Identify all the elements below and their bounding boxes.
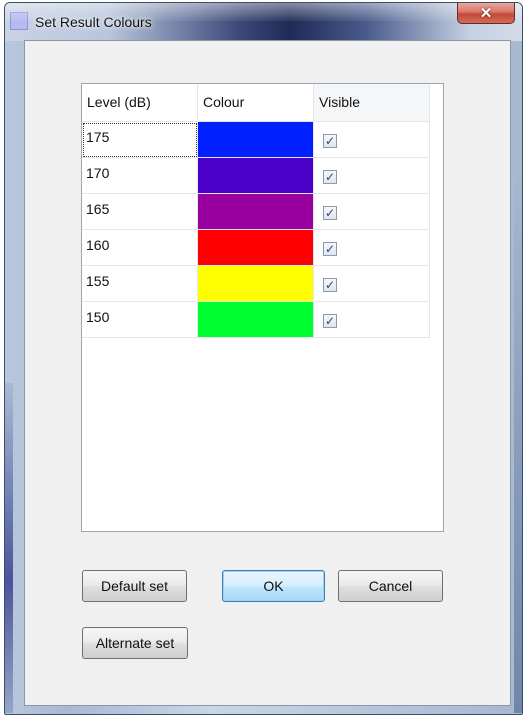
- alternate-set-button[interactable]: Alternate set: [82, 627, 188, 659]
- dialog-window: Set Result Colours ✕ Level (dB) Colour V…: [4, 2, 523, 715]
- colour-levels-grid[interactable]: Level (dB) Colour Visible 175 ✓ 170 ✓ 165 ✓ 16…: [81, 83, 444, 532]
- level-cell[interactable]: 155: [82, 266, 198, 302]
- level-cell[interactable]: 150: [82, 302, 198, 338]
- checkmark-icon: ✓: [324, 134, 336, 148]
- colour-swatch-cell[interactable]: [198, 158, 314, 194]
- close-icon: ✕: [479, 5, 493, 22]
- colour-swatch-cell[interactable]: [198, 230, 314, 266]
- level-cell[interactable]: 165: [82, 194, 198, 230]
- visible-cell: ✓: [314, 194, 430, 230]
- visible-cell: ✓: [314, 230, 430, 266]
- cancel-button[interactable]: Cancel: [338, 570, 443, 602]
- table-row[interactable]: 175 ✓: [82, 122, 432, 158]
- window-frame-left: [5, 383, 13, 713]
- visible-checkbox[interactable]: ✓: [323, 242, 337, 256]
- level-cell[interactable]: 175: [82, 122, 198, 158]
- visible-checkbox[interactable]: ✓: [323, 278, 337, 292]
- visible-cell: ✓: [314, 266, 430, 302]
- checkmark-icon: ✓: [324, 314, 336, 328]
- ok-button[interactable]: OK: [222, 570, 325, 602]
- close-button[interactable]: ✕: [457, 3, 515, 24]
- visible-cell: ✓: [314, 302, 430, 338]
- visible-checkbox[interactable]: ✓: [323, 206, 337, 220]
- window-frame-right: [514, 173, 522, 713]
- column-header-visible[interactable]: Visible: [314, 84, 430, 122]
- checkmark-icon: ✓: [324, 242, 336, 256]
- grid-header: Level (dB) Colour Visible: [82, 84, 432, 122]
- checkmark-icon: ✓: [324, 170, 336, 184]
- table-row[interactable]: 160 ✓: [82, 230, 432, 266]
- dialog-client-area: Level (dB) Colour Visible 175 ✓ 170 ✓ 165 ✓ 16…: [24, 40, 511, 706]
- table-row[interactable]: 150 ✓: [82, 302, 432, 338]
- visible-checkbox[interactable]: ✓: [323, 170, 337, 184]
- column-header-colour[interactable]: Colour: [198, 84, 314, 122]
- title-bar[interactable]: Set Result Colours: [5, 3, 522, 41]
- colour-swatch-cell[interactable]: [198, 302, 314, 338]
- checkmark-icon: ✓: [324, 278, 336, 292]
- checkmark-icon: ✓: [324, 206, 336, 220]
- visible-checkbox[interactable]: ✓: [323, 314, 337, 328]
- table-row[interactable]: 165 ✓: [82, 194, 432, 230]
- grid-rows: 175 ✓ 170 ✓ 165 ✓ 160 ✓ 155 ✓ 150 ✓: [82, 122, 432, 338]
- default-set-button[interactable]: Default set: [82, 570, 187, 602]
- level-cell[interactable]: 170: [82, 158, 198, 194]
- app-icon: [10, 12, 28, 30]
- colour-swatch-cell[interactable]: [198, 194, 314, 230]
- colour-swatch-cell[interactable]: [198, 122, 314, 158]
- column-header-level[interactable]: Level (dB): [82, 84, 198, 122]
- visible-checkbox[interactable]: ✓: [323, 134, 337, 148]
- visible-cell: ✓: [314, 158, 430, 194]
- table-row[interactable]: 155 ✓: [82, 266, 432, 302]
- visible-cell: ✓: [314, 122, 430, 158]
- window-title: Set Result Colours: [35, 14, 152, 30]
- table-row[interactable]: 170 ✓: [82, 158, 432, 194]
- colour-swatch-cell[interactable]: [198, 266, 314, 302]
- level-cell[interactable]: 160: [82, 230, 198, 266]
